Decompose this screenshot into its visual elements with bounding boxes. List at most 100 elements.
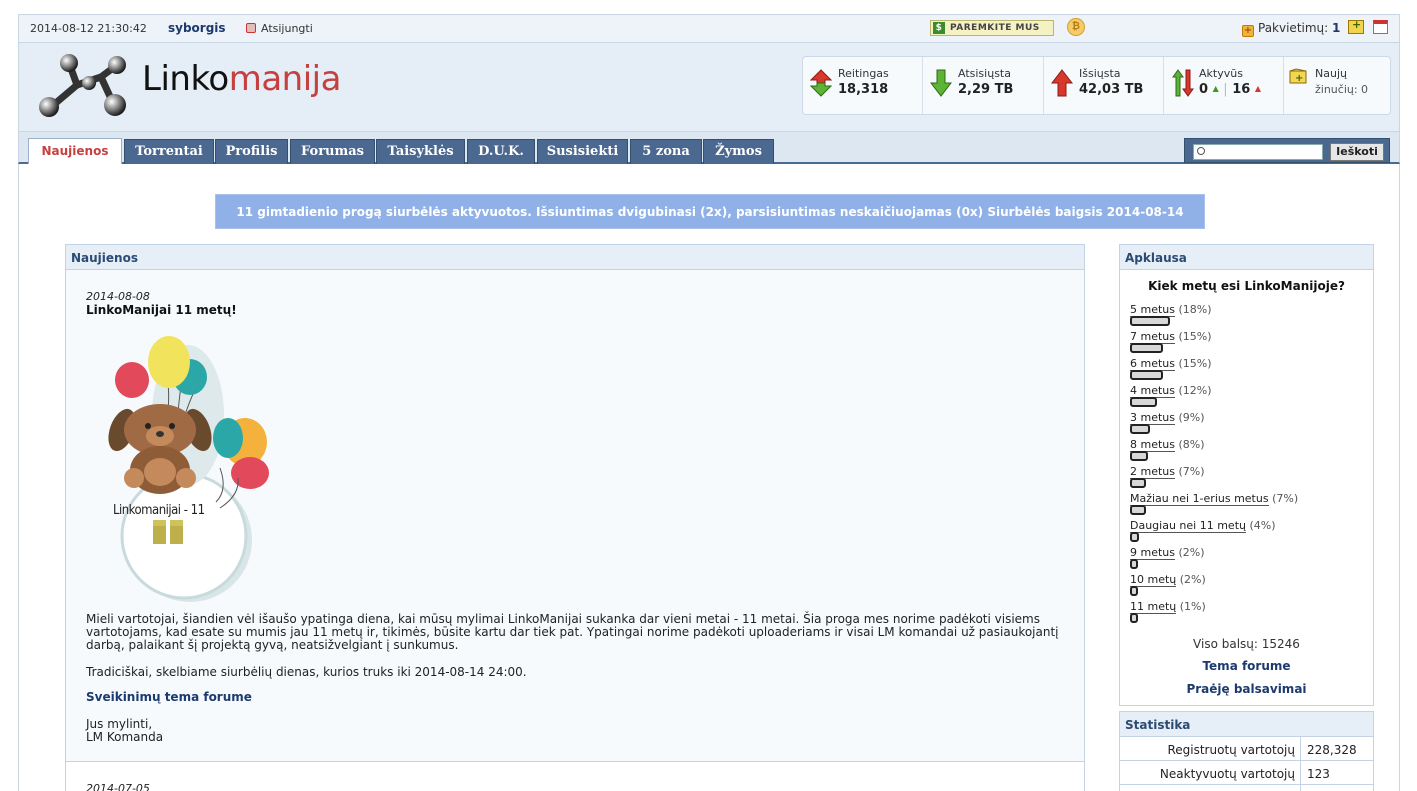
tab-forumas[interactable]: Forumas [290,139,375,164]
poll-panel: Apklausa Kiek metų esi LinkoManijoje? 5 … [1119,244,1374,706]
poll-option-label: 7 metus [1130,330,1175,344]
poll-option: 11 metų (1%) [1130,600,1206,614]
news-heading: Naujienos [66,245,1084,270]
poll-option-label: 10 metų [1130,573,1177,587]
stat-key: Registruotų vartotojų [1167,743,1295,757]
poll-option-percent: (2%) [1179,573,1206,586]
poll-option-percent: (15%) [1178,330,1212,343]
stat-active-values: 0 ▲ | 16 ▲ [1199,82,1261,97]
logout-icon [246,23,256,33]
stat-value [1300,785,1373,791]
logo-molecule-icon[interactable] [29,53,131,119]
tab-profilis[interactable]: Profilis [215,139,288,164]
news-date: 2014-08-08 [86,290,150,303]
poll-option-percent: (7%) [1178,465,1205,478]
poll-option-bar [1130,532,1139,542]
news-title: LinkoManijai 11 metų! [86,303,237,317]
tab-duk[interactable]: D.U.K. [467,139,535,164]
poll-option: 4 metus (12%) [1130,384,1212,398]
news-signature-1: Jus mylinti, [86,717,153,731]
dollar-icon: $ [933,22,945,34]
stat-value: 228,328 [1300,737,1373,761]
news-panel: Naujienos 2014-08-08 LinkoManijai 11 met… [65,244,1085,791]
stat-downloaded-value: 2,29 TB [958,82,1014,97]
search-button[interactable]: Ieškoti [1330,143,1384,161]
poll-option-percent: (2%) [1178,546,1205,559]
poll-option-bar [1130,370,1163,380]
poll-option-label: 11 metų [1130,600,1177,614]
poll-option-bar [1130,478,1146,488]
poll-option-label: 6 metus [1130,357,1175,371]
poll-option-percent: (9%) [1178,411,1205,424]
announcement-banner: 11 gimtadienio progą siurbėlės aktyvuoto… [215,194,1205,253]
poll-option: 3 metus (9%) [1130,411,1205,425]
tab-naujienos[interactable]: Naujienos [28,138,122,165]
username-link[interactable]: syborgis [168,21,226,35]
seeding-arrow-icon: ▲ [1212,84,1219,93]
stat-row [1120,785,1373,791]
poll-option-bar [1130,586,1138,596]
poll-option-percent: (18%) [1178,303,1212,316]
stat-uploaded-label: Išsiųsta [1079,67,1121,80]
poll-option-percent: (7%) [1272,492,1299,505]
tab-susisiekti[interactable]: Susisiekti [537,139,628,164]
logo-wordmark[interactable]: Linkomanija [142,59,341,99]
poll-option-percent: (1%) [1179,600,1206,613]
poll-past-link[interactable]: Praėję balsavimai [1120,682,1373,696]
news-item: 2014-08-08 LinkoManijai 11 metų! Linkoma… [66,270,1084,762]
search-form: Ieškoti [1184,138,1390,163]
poll-option-bar [1130,343,1163,353]
tab-zymos[interactable]: Žymos [703,139,774,164]
top-bar: 2014-08-12 21:30:42 syborgis Atsijungti … [18,14,1400,43]
poll-option-label: 2 metus [1130,465,1175,479]
main-nav: Naujienos Torrentai Profilis Forumas Tai… [18,131,1400,165]
poll-option: 5 metus (18%) [1130,303,1212,317]
download-arrow-icon [930,69,952,97]
upload-arrow-icon [1051,69,1073,97]
poll-option-percent: (15%) [1178,357,1212,370]
support-button[interactable]: $ PAREMKITE MUS [930,20,1054,36]
stat-row: Neaktyvuotų vartotojų 123 [1120,761,1373,785]
stat-row: Registruotų vartotojų 228,328 [1120,737,1373,761]
news-signature-2: LM Komanda [86,730,164,744]
invites-count: 1 [1332,21,1341,35]
stat-active-leeching: 16 [1232,82,1251,97]
poll-option-label: 4 metus [1130,384,1175,398]
stat-messages[interactable]: + Naujų žinučių: 0 [1284,57,1390,114]
logo-part1: Linko [142,59,229,99]
poll-question: Kiek metų esi LinkoManijoje? [1148,279,1345,293]
invite-icon: + [1242,25,1254,37]
poll-option-label: Daugiau nei 11 metų [1130,519,1246,533]
datetime: 2014-08-12 21:30:42 [30,22,147,35]
invites-link[interactable]: + Pakvietimų: 1 [1242,21,1340,37]
poll-option-bar [1130,613,1138,623]
stat-uploaded: Išsiųsta 42,03 TB [1044,57,1164,114]
poll-option-label: 9 metus [1130,546,1175,560]
search-input[interactable] [1193,144,1323,160]
stat-active: Aktyvūs 0 ▲ | 16 ▲ [1164,57,1284,114]
leeching-arrow-icon: ▲ [1254,84,1261,93]
stat-messages-line2: žinučių: 0 [1315,83,1369,96]
poll-option-label: Mažiau nei 1-erius metus [1130,492,1269,506]
poll-option: Mažiau nei 1-erius metus (7%) [1130,492,1299,506]
bookmark-add-icon[interactable] [1348,18,1364,34]
tab-taisykles[interactable]: Taisyklės [376,139,465,164]
bitcoin-icon[interactable]: ₿ [1067,18,1085,36]
poll-option-bar [1130,424,1150,434]
ratio-arrows-icon [810,69,832,97]
poll-option: 9 metus (2%) [1130,546,1205,560]
poll-option-bar [1130,316,1170,326]
tab-5-zona[interactable]: 5 zona [630,139,702,164]
header: Linkomanija Reitingas 18,318 Atsisiųsta … [18,43,1400,131]
logout-link[interactable]: Atsijungti [246,22,313,35]
calendar-icon[interactable] [1373,20,1388,34]
poll-option-bar [1130,505,1146,515]
support-label: PAREMKITE MUS [950,23,1040,33]
poll-forum-link[interactable]: Tema forume [1120,659,1373,673]
active-arrows-icon [1172,69,1194,97]
tab-torrentai[interactable]: Torrentai [124,139,214,164]
user-stats-panel: Reitingas 18,318 Atsisiųsta 2,29 TB Išsi… [802,56,1391,115]
birthday-bear-image [108,336,269,602]
stat-downloaded: Atsisiųsta 2,29 TB [923,57,1044,114]
forum-greetings-link[interactable]: Sveikinimų tema forume [86,690,252,704]
